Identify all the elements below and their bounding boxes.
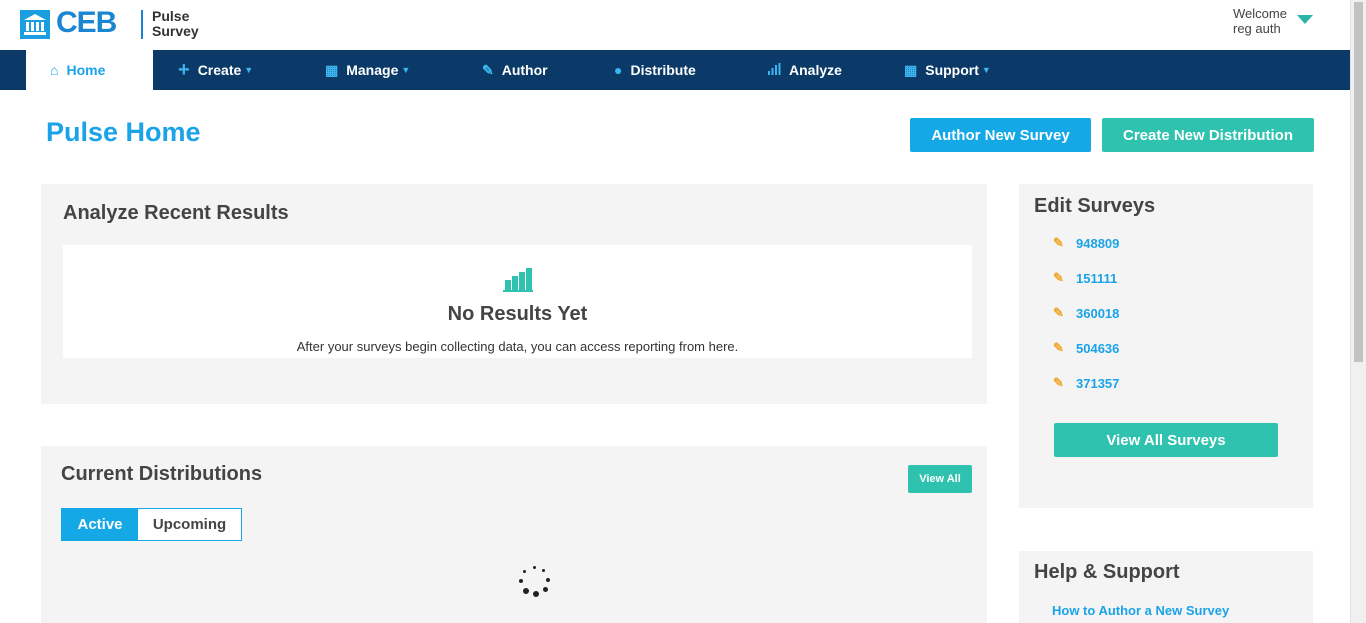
survey-link-label: 371357: [1076, 375, 1120, 391]
view-all-distributions-button[interactable]: View All: [908, 465, 972, 493]
bar-chart-icon: [503, 265, 533, 292]
chevron-down-icon: ▼: [401, 65, 411, 75]
tab-upcoming[interactable]: Upcoming: [138, 509, 241, 540]
nav-support[interactable]: ▦ Support ▼: [904, 50, 991, 90]
tab-active[interactable]: Active: [62, 509, 138, 540]
user-name: reg auth: [1233, 21, 1281, 36]
plus-icon: +: [178, 58, 190, 81]
welcome-menu[interactable]: Welcome reg auth: [1233, 6, 1287, 36]
view-all-surveys-button[interactable]: View All Surveys: [1054, 423, 1278, 457]
page-title: Pulse Home: [46, 117, 201, 147]
survey-link[interactable]: ✎ 504636: [1053, 340, 1119, 356]
no-results-text: After your surveys begin collecting data…: [296, 339, 739, 354]
edit-icon: ✎: [1053, 375, 1064, 390]
grid-icon: ▦: [325, 61, 339, 78]
nav-author[interactable]: ✎ Author: [482, 50, 548, 90]
loading-spinner-icon: [518, 566, 552, 600]
distribution-tabs: Active Upcoming: [61, 508, 242, 541]
help-support-title: Help & Support: [1034, 561, 1180, 583]
edit-icon: ✎: [1053, 305, 1064, 320]
nav-distribute[interactable]: ● Distribute: [614, 50, 696, 90]
edit-icon: ✎: [1053, 270, 1064, 285]
survey-link-label: 360018: [1076, 305, 1120, 321]
no-results-heading: No Results Yet: [447, 303, 588, 325]
analyze-panel-title: Analyze Recent Results: [63, 202, 289, 224]
user-menu-caret-icon[interactable]: [1297, 15, 1313, 24]
vertical-scrollbar[interactable]: [1350, 0, 1366, 623]
top-bar: CEB Pulse Survey Welcome reg auth: [0, 0, 1350, 50]
edit-icon: ✎: [482, 61, 494, 78]
edit-icon: ✎: [1053, 340, 1064, 355]
nav-manage[interactable]: ▦ Manage ▼: [325, 50, 410, 90]
product-name: Pulse Survey: [152, 9, 199, 39]
product-name-line1: Pulse: [152, 8, 190, 24]
nav-analyze[interactable]: Analyze: [768, 50, 842, 90]
create-new-distribution-button[interactable]: Create New Distribution: [1102, 118, 1314, 152]
survey-link[interactable]: ✎ 948809: [1053, 235, 1119, 251]
nav-distribute-label: Distribute: [630, 62, 696, 78]
distributions-panel: Current Distributions View All Active Up…: [41, 446, 987, 623]
edit-surveys-panel: Edit Surveys ✎ 948809 ✎ 151111 ✎ 360018 …: [1019, 184, 1313, 508]
ceb-logo-icon: [20, 10, 50, 39]
grid-icon: ▦: [904, 61, 918, 78]
survey-link[interactable]: ✎ 151111: [1053, 270, 1117, 286]
distributions-panel-title: Current Distributions: [61, 463, 263, 485]
users-icon: ●: [614, 62, 623, 78]
analyze-panel: Analyze Recent Results No Results Yet Af…: [41, 184, 987, 404]
logo-divider: [141, 10, 143, 39]
edit-surveys-title: Edit Surveys: [1034, 195, 1156, 217]
edit-icon: ✎: [1053, 235, 1064, 250]
survey-link[interactable]: ✎ 371357: [1053, 375, 1119, 391]
analyze-empty-state: No Results Yet After your surveys begin …: [63, 245, 972, 358]
nav-support-label: Support: [925, 62, 979, 78]
chevron-down-icon: ▼: [981, 65, 991, 75]
nav-create[interactable]: + Create ▼: [178, 50, 253, 90]
nav-home[interactable]: ⌂ Home: [26, 50, 153, 90]
survey-link[interactable]: ✎ 360018: [1053, 305, 1119, 321]
product-name-line2: Survey: [152, 23, 199, 39]
help-link-author-survey[interactable]: How to Author a New Survey: [1052, 603, 1229, 618]
survey-link-label: 948809: [1076, 235, 1120, 251]
logo-text[interactable]: CEB: [56, 6, 117, 40]
nav-analyze-label: Analyze: [789, 62, 842, 78]
welcome-label: Welcome: [1233, 6, 1287, 21]
nav-create-label: Create: [197, 62, 242, 78]
bar-chart-icon: [768, 62, 781, 78]
scrollbar-thumb[interactable]: [1354, 2, 1363, 362]
survey-link-label: 504636: [1076, 340, 1120, 356]
nav-manage-label: Manage: [346, 62, 399, 78]
nav-home-label: Home: [66, 62, 106, 78]
survey-link-label: 151111: [1076, 270, 1118, 286]
nav-author-label: Author: [501, 62, 548, 78]
chevron-down-icon: ▼: [244, 65, 254, 75]
main-nav: ⌂ Home + Create ▼ ▦ Manage ▼ ✎ Author ● …: [0, 50, 1350, 90]
home-icon: ⌂: [50, 62, 59, 78]
author-new-survey-button[interactable]: Author New Survey: [910, 118, 1091, 152]
help-support-panel: Help & Support How to Author a New Surve…: [1019, 551, 1313, 623]
